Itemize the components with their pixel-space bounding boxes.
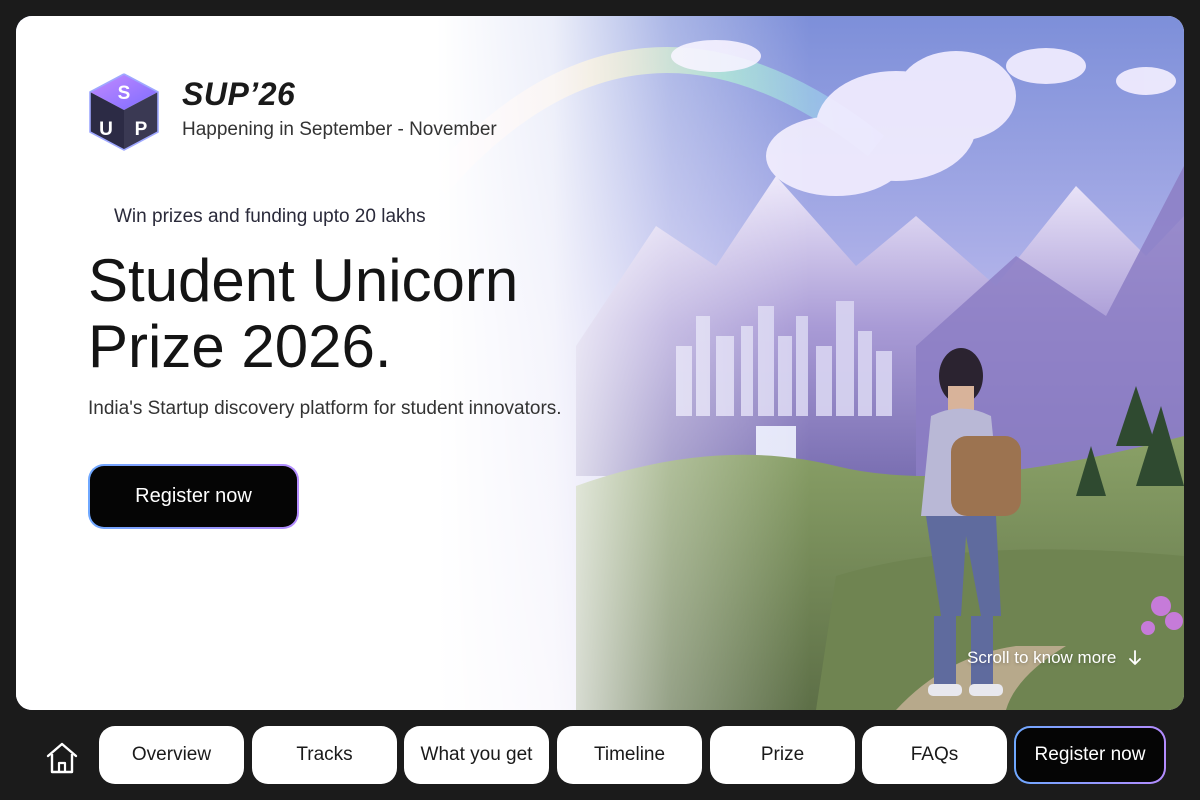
- scroll-hint[interactable]: Scroll to know more: [967, 648, 1142, 668]
- register-now-button[interactable]: Register now: [88, 464, 299, 529]
- nav-item-timeline[interactable]: Timeline: [557, 726, 702, 784]
- hero-headline-line-1: Student Unicorn: [88, 247, 519, 314]
- register-now-label: Register now: [90, 466, 297, 527]
- brand-block: SUP’26 Happening in September - November: [182, 76, 497, 141]
- nav-item-what-you-get[interactable]: What you get: [404, 726, 549, 784]
- nav-item-overview[interactable]: Overview: [99, 726, 244, 784]
- home-icon: [46, 742, 78, 774]
- brand-subtitle: Happening in September - November: [182, 119, 497, 140]
- arrow-down-icon: [1129, 650, 1142, 665]
- hero-headline-line-2: Prize 2026.: [88, 313, 392, 380]
- home-button[interactable]: [42, 738, 82, 778]
- nav-item-tracks[interactable]: Tracks: [252, 726, 397, 784]
- hero-eyebrow: Win prizes and funding upto 20 lakhs: [114, 206, 426, 227]
- nav-item-prize[interactable]: Prize: [710, 726, 855, 784]
- logo-letter-s: S: [118, 83, 131, 104]
- bottom-nav: Overview Tracks What you get Timeline Pr…: [0, 710, 1200, 800]
- hero-headline: Student Unicorn Prize 2026.: [88, 248, 648, 380]
- sup-logo: S U P: [89, 73, 159, 151]
- logo-letter-p: P: [135, 119, 148, 140]
- hero-banner: S U P SUP’26 Happening in September - No…: [16, 16, 1184, 710]
- nav-register-label: Register now: [1016, 728, 1164, 782]
- logo-letter-u: U: [99, 119, 113, 140]
- scroll-hint-label: Scroll to know more: [967, 648, 1117, 667]
- nav-register-button[interactable]: Register now: [1014, 726, 1166, 784]
- nav-item-faqs[interactable]: FAQs: [862, 726, 1007, 784]
- brand-title: SUP’26: [182, 76, 296, 112]
- hero-tagline: India's Startup discovery platform for s…: [88, 398, 562, 419]
